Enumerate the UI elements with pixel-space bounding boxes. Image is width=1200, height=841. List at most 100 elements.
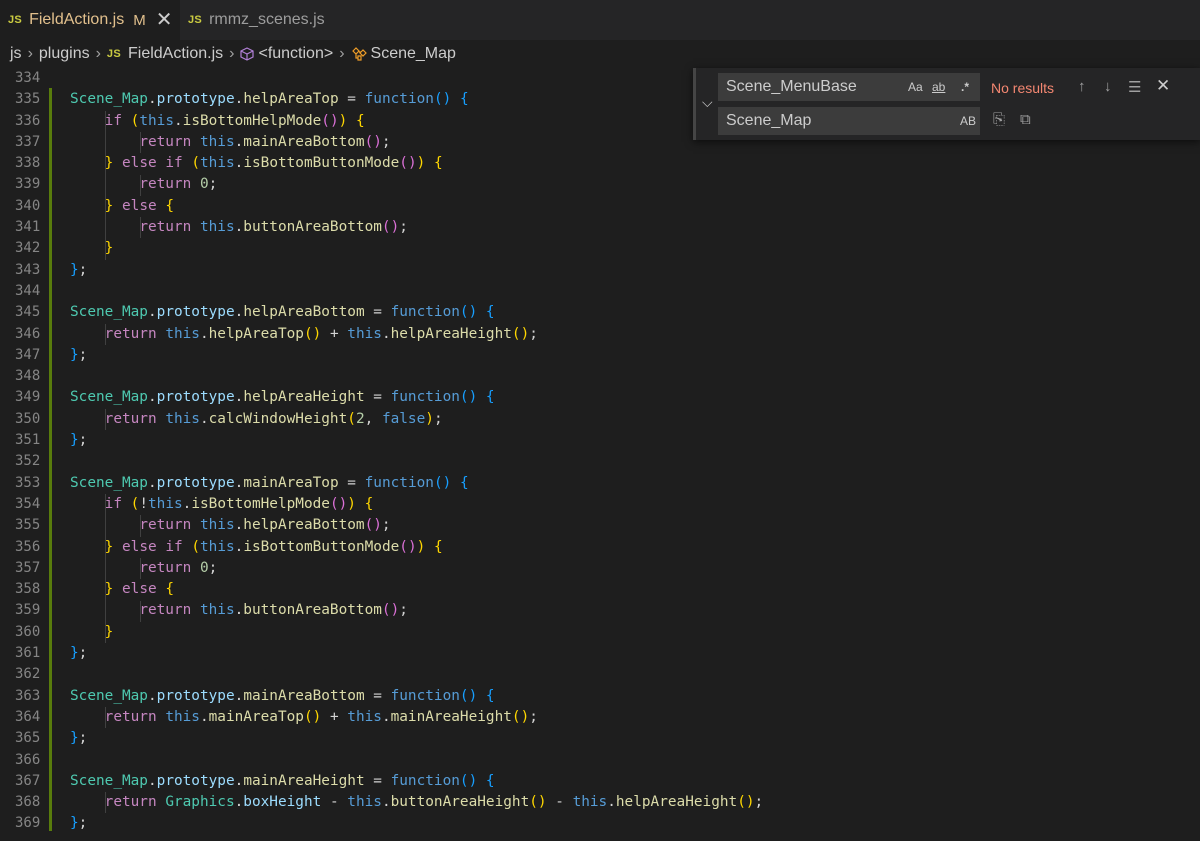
code-token: ; [78,645,88,662]
code-line[interactable]: return this.mainAreaTop() + this.mainAre… [70,707,763,728]
code-line[interactable]: Scene_Map.prototype.helpAreaBottom = fun… [70,302,763,323]
code-line[interactable]: return this.helpAreaBottom(); [70,515,763,536]
code-token: ) [416,538,426,555]
code-line[interactable]: Scene_Map.prototype.mainAreaBottom = fun… [70,686,763,707]
code-token: mainAreaBottom [243,133,365,150]
code-line[interactable]: } else { [70,579,763,600]
code-line[interactable]: Scene_Map.prototype.helpAreaTop = functi… [70,89,763,110]
arrow-down-icon[interactable]: ↓ [1104,78,1112,95]
code-token: } [70,815,79,832]
code-token: . [234,687,244,704]
breadcrumb-symbol-function[interactable]: <function> [258,45,333,63]
code-line[interactable] [70,664,763,685]
replace-all-icon[interactable]: ⧉ [1020,111,1031,128]
code-token: = [364,389,391,406]
replace-input[interactable]: Scene_Map AB [718,107,980,135]
code-line[interactable]: } else if (this.isBottomButtonMode()) { [70,537,763,558]
code-token: boxHeight [243,794,322,811]
breadcrumb-file[interactable]: FieldAction.js [128,45,223,63]
code-line[interactable]: return this.mainAreaBottom(); [70,132,763,153]
code-line[interactable]: Scene_Map.prototype.mainAreaTop = functi… [70,473,763,494]
line-number: 363 [15,687,41,704]
line-number-gutter: 334 335 336 337 338 339 340 341 342 343 344 345 346 3… [0,68,60,833]
code-line[interactable]: } else { [70,196,763,217]
breadcrumb-symbol-scene-map[interactable]: Scene_Map [371,45,456,63]
code-token: () [364,517,382,534]
code-token: Scene_Map [70,91,148,108]
code-token: . [199,708,209,725]
match-case-icon[interactable]: Aa [908,73,923,101]
close-icon[interactable]: ✕ [156,10,173,30]
code-token: this [572,794,608,811]
code-line[interactable]: }; [70,643,763,664]
code-line[interactable]: } [70,238,763,259]
line-number: 342 [15,240,41,257]
code-line[interactable]: return 0; [70,174,763,195]
tab-fieldaction-js[interactable]: JS FieldAction.js M ✕ [0,0,180,40]
find-input[interactable]: Scene_MenuBase Aa ab .* [718,73,980,101]
line-number: 365 [15,730,41,747]
code-editor[interactable]: Scene_Map.prototype.helpAreaTop = functi… [70,68,763,835]
code-line[interactable] [70,281,763,302]
chevron-right-icon: › [229,45,235,62]
code-line[interactable]: return this.buttonAreaBottom(); [70,217,763,238]
code-token: . [381,794,391,811]
line-number: 369 [15,815,41,832]
code-line[interactable]: } else if (this.isBottomButtonMode()) { [70,153,763,174]
code-line[interactable]: return Graphics.boxHeight - this.buttonA… [70,792,764,813]
chevron-down-icon[interactable]: ⌵ [702,94,713,111]
tab-rmmz-scenes-js[interactable]: JS rmmz_scenes.js [180,0,340,40]
chevron-right-icon: › [95,45,101,62]
breadcrumb-folder-plugins[interactable]: plugins [39,45,90,63]
code-line[interactable]: }; [70,728,763,749]
code-line[interactable]: } [70,622,763,643]
code-line[interactable]: }; [70,260,763,281]
preserve-case-icon[interactable]: AB [960,107,976,135]
line-number: 368 [15,794,41,811]
code-line[interactable]: if (!this.isBottomHelpMode()) { [70,494,763,515]
arrow-up-icon[interactable]: ↑ [1078,78,1086,95]
code-line[interactable]: }; [70,345,763,366]
line-number: 362 [15,666,41,683]
regex-icon[interactable]: .* [961,73,969,101]
code-line[interactable]: }; [70,813,763,834]
code-line[interactable] [70,68,763,89]
code-line[interactable]: return 0; [70,558,763,579]
code-token: if [165,155,183,172]
code-line[interactable] [70,451,763,472]
whole-word-icon[interactable]: ab [932,73,945,101]
code-token: Graphics [165,794,235,811]
code-line[interactable]: return this.buttonAreaBottom(); [70,600,763,621]
code-token: ; [399,219,408,236]
breadcrumb-folder-js[interactable]: js [10,45,22,63]
close-icon[interactable]: ✕ [1156,76,1170,96]
replace-input-value: Scene_Map [726,112,812,129]
code-line[interactable] [70,366,763,387]
line-number: 361 [15,645,41,662]
code-line[interactable]: if (this.isBottomHelpMode()) { [70,111,763,132]
code-line[interactable]: return this.calcWindowHeight(2, false); [70,409,763,430]
line-number: 353 [15,474,41,491]
code-line[interactable] [70,750,763,771]
code-token: buttonAreaBottom [243,219,382,236]
code-token: mainAreaTop [208,708,304,725]
replace-icon[interactable]: ⎘ [993,111,1005,128]
code-token: ; [78,432,88,449]
code-token: . [147,304,157,321]
find-in-selection-icon[interactable]: ☰ [1128,78,1141,96]
line-number: 356 [15,538,41,555]
code-line[interactable]: Scene_Map.prototype.mainAreaHeight = fun… [70,771,763,792]
code-token: isBottomButtonMode [243,538,400,555]
code-line[interactable]: Scene_Map.prototype.helpAreaHeight = fun… [70,387,763,408]
code-token: - [546,794,573,811]
code-token: () [433,474,452,491]
code-line[interactable]: return this.helpAreaTop() + this.helpAre… [70,324,763,345]
code-token: ; [529,325,538,342]
code-line[interactable]: }; [70,430,763,451]
